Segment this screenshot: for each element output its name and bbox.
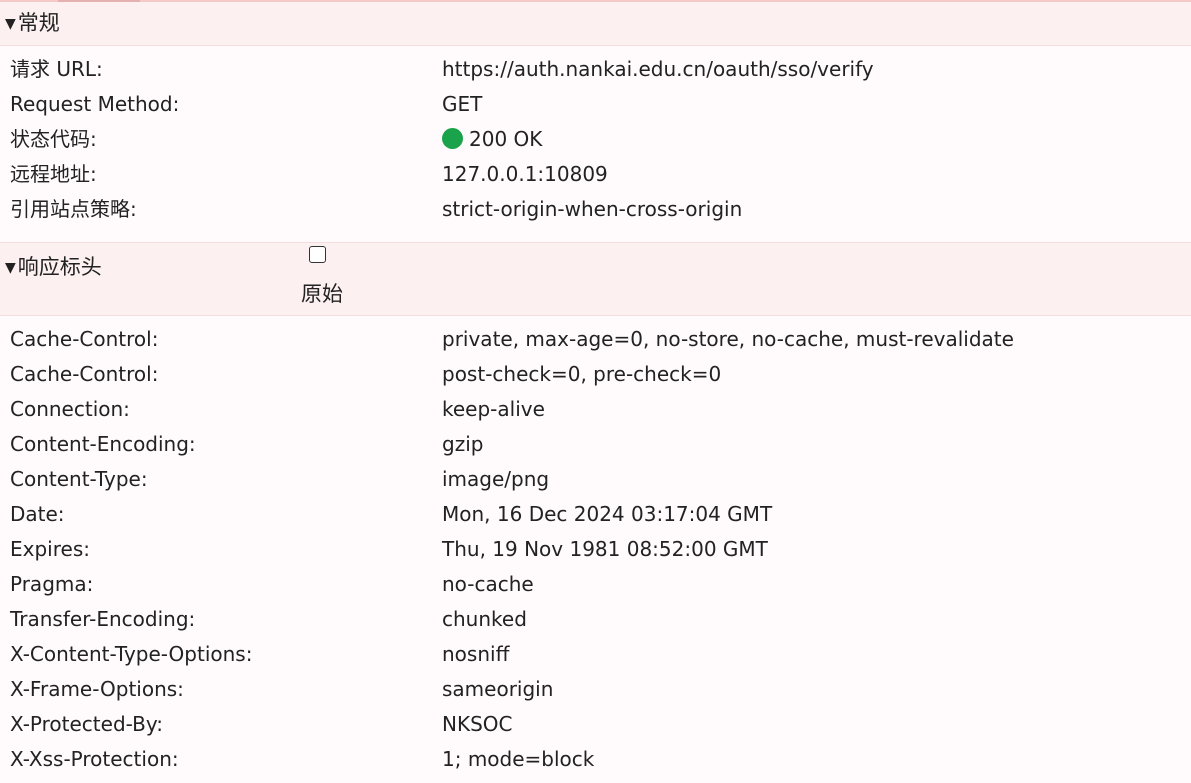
header-row: X-Frame-Options: sameorigin (0, 672, 1191, 707)
row-key: X-Xss-Protection: (10, 747, 179, 771)
header-row: Connection: keep-alive (0, 392, 1191, 427)
row-key: Connection: (10, 397, 130, 421)
general-section-header: ▼常规 (0, 2, 1191, 46)
row-key: Request Method: (10, 92, 180, 116)
row-value[interactable]: 1; mode=block (442, 742, 594, 777)
header-row: Content-Encoding: gzip (0, 427, 1191, 462)
header-row: Transfer-Encoding: chunked (0, 602, 1191, 637)
header-row: Date: Mon, 16 Dec 2024 03:17:04 GMT (0, 497, 1191, 532)
header-row: Cache-Control: private, max-age=0, no-st… (0, 322, 1191, 357)
row-key: Content-Encoding: (10, 432, 196, 456)
row-key: 引用站点策略: (10, 197, 137, 221)
header-row: Cache-Control: post-check=0, pre-check=0 (0, 357, 1191, 392)
raw-checkbox-label[interactable]: 原始 (301, 284, 343, 305)
response-headers-section-header: ▼响应标头 原始 (0, 242, 1191, 316)
row-key: 请求 URL: (10, 57, 103, 81)
row-key: Expires: (10, 537, 90, 561)
general-row-remote-address: 远程地址: 127.0.0.1:10809 (0, 157, 1191, 192)
row-key: X-Content-Type-Options: (10, 642, 253, 666)
collapse-arrow-icon: ▼ (5, 16, 16, 32)
row-key: X-Frame-Options: (10, 677, 184, 701)
collapse-arrow-icon: ▼ (5, 260, 16, 276)
row-key: X-Protected-By: (10, 712, 163, 736)
row-key: 状态代码: (10, 127, 97, 151)
row-key: Date: (10, 502, 65, 526)
row-value[interactable]: gzip (442, 427, 483, 462)
general-row-request-url: 请求 URL: https://auth.nankai.edu.cn/oauth… (0, 52, 1191, 87)
response-headers-section-toggle[interactable]: ▼响应标头 (5, 257, 102, 278)
general-row-request-method: Request Method: GET (0, 87, 1191, 122)
general-section-title: 常规 (17, 11, 60, 35)
row-key: Content-Type: (10, 467, 148, 491)
header-row: X-Content-Type-Options: nosniff (0, 637, 1191, 672)
status-text: 200 OK (469, 127, 543, 151)
row-key: Cache-Control: (10, 362, 159, 386)
row-value[interactable]: 127.0.0.1:10809 (442, 157, 608, 192)
response-headers-section-title: 响应标头 (17, 255, 102, 279)
row-value[interactable]: GET (442, 87, 482, 122)
row-value[interactable]: post-check=0, pre-check=0 (442, 357, 721, 392)
row-value[interactable]: sameorigin (442, 672, 553, 707)
row-key: Cache-Control: (10, 327, 159, 351)
row-value[interactable]: https://auth.nankai.edu.cn/oauth/sso/ver… (442, 52, 874, 87)
row-value[interactable]: private, max-age=0, no-store, no-cache, … (442, 322, 1014, 357)
status-ok-icon (442, 128, 463, 149)
row-value[interactable]: nosniff (442, 637, 509, 672)
row-value[interactable]: image/png (442, 462, 549, 497)
row-value[interactable]: keep-alive (442, 392, 545, 427)
raw-checkbox[interactable] (309, 246, 326, 263)
row-value[interactable]: Mon, 16 Dec 2024 03:17:04 GMT (442, 497, 772, 532)
header-row: Expires: Thu, 19 Nov 1981 08:52:00 GMT (0, 532, 1191, 567)
row-key: 远程地址: (10, 162, 97, 186)
general-rows: 请求 URL: https://auth.nankai.edu.cn/oauth… (0, 52, 1191, 227)
header-row: X-Protected-By: NKSOC (0, 707, 1191, 742)
header-row: Pragma: no-cache (0, 567, 1191, 602)
row-value[interactable]: strict-origin-when-cross-origin (442, 192, 742, 227)
row-value[interactable]: no-cache (442, 567, 534, 602)
row-key: Transfer-Encoding: (10, 607, 196, 631)
response-header-rows: Cache-Control: private, max-age=0, no-st… (0, 322, 1191, 777)
general-section-toggle[interactable]: ▼常规 (5, 13, 60, 34)
row-value[interactable]: chunked (442, 602, 527, 637)
row-key: Pragma: (10, 572, 94, 596)
header-row: X-Xss-Protection: 1; mode=block (0, 742, 1191, 777)
header-row: Content-Type: image/png (0, 462, 1191, 497)
row-value-status[interactable]: 200 OK (442, 122, 542, 157)
row-value[interactable]: NKSOC (442, 707, 512, 742)
general-row-referrer-policy: 引用站点策略: strict-origin-when-cross-origin (0, 192, 1191, 227)
row-value[interactable]: Thu, 19 Nov 1981 08:52:00 GMT (442, 532, 768, 567)
general-row-status-code: 状态代码: 200 OK (0, 122, 1191, 157)
